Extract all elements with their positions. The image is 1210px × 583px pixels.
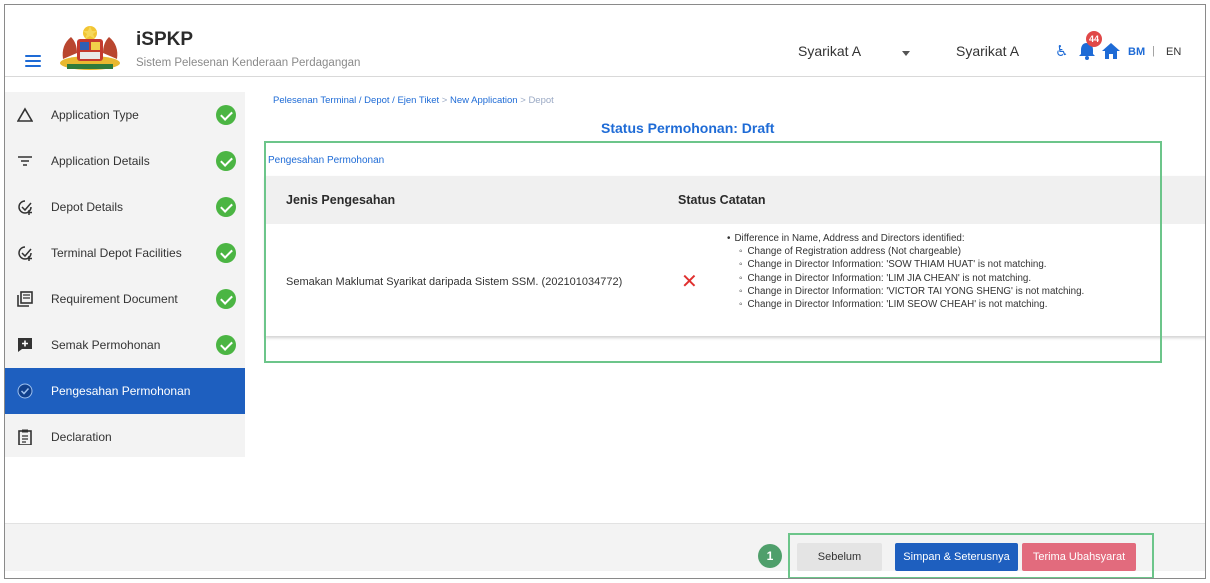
company-select[interactable]: Syarikat A — [798, 43, 861, 59]
check-circle-icon — [216, 243, 236, 263]
sidebar-item-depot-details[interactable]: Depot Details — [5, 184, 245, 230]
app-name: iSPKP — [136, 29, 194, 50]
breadcrumb-link[interactable]: Pelesenan Terminal / Depot / Ejen Tiket — [273, 95, 439, 106]
sidebar-item-label: Declaration — [51, 430, 112, 444]
filter-icon — [18, 156, 32, 166]
sidebar-item-application-type[interactable]: Application Type — [5, 92, 245, 138]
sidebar-item-label: Requirement Document — [51, 292, 178, 306]
coat-of-arms-logo — [60, 26, 120, 70]
sidebar-item-declaration[interactable]: Declaration — [5, 414, 245, 460]
breadcrumb-link[interactable]: New Application — [450, 95, 518, 106]
check-circle-icon — [216, 289, 236, 309]
save-and-continue-button[interactable]: Simpan & Seterusnya — [895, 543, 1018, 571]
notification-count-badge: 44 — [1086, 31, 1102, 47]
sidebar-item-semak-permohonan[interactable]: Semak Permohonan — [5, 322, 245, 368]
breadcrumb-separator: > — [517, 95, 529, 106]
check-circle-icon — [216, 151, 236, 171]
step-number-badge: 1 — [758, 544, 782, 568]
accept-conditions-button[interactable]: Terima Ubahsyarat — [1022, 543, 1136, 571]
top-header: iSPKP Sistem Pelesenan Kenderaan Perdaga… — [5, 5, 1205, 77]
document-stack-icon — [17, 291, 33, 307]
sidebar-item-terminal-depot-facilities[interactable]: Terminal Depot Facilities — [5, 230, 245, 276]
check-circle-icon — [216, 335, 236, 355]
verify-icon — [17, 383, 33, 399]
triangle-icon — [17, 107, 33, 122]
sidebar-item-label: Terminal Depot Facilities — [51, 246, 182, 260]
check-circle-icon — [216, 197, 236, 217]
home-icon[interactable] — [1101, 42, 1121, 60]
panel-label: Pengesahan Permohonan — [268, 155, 385, 166]
lang-separator: | — [1152, 45, 1155, 57]
page-title: Status Permohonan: Draft — [601, 120, 775, 136]
breadcrumb-separator: > — [439, 95, 450, 106]
sidebar-item-label: Depot Details — [51, 200, 124, 214]
sidebar-item-label: Application Type — [51, 108, 139, 122]
hamburger-menu-icon[interactable] — [25, 55, 41, 67]
sidebar-item-label: Application Details — [51, 154, 150, 168]
chevron-down-icon[interactable] — [902, 51, 910, 56]
step-sidebar: Application Type Application Details Dep… — [5, 92, 245, 457]
accessibility-icon[interactable]: ♿ — [1055, 42, 1068, 60]
check-plus-icon — [18, 246, 32, 261]
sidebar-item-application-details[interactable]: Application Details — [5, 138, 245, 184]
review-icon — [18, 338, 32, 352]
company-name: Syarikat A — [956, 43, 1020, 59]
previous-button[interactable]: Sebelum — [797, 543, 882, 571]
sidebar-item-pengesahan-permohonan[interactable]: Pengesahan Permohonan — [5, 368, 245, 414]
breadcrumb: Pelesenan Terminal / Depot / Ejen Tiket … — [273, 95, 554, 106]
check-plus-icon — [18, 200, 32, 215]
panel-highlight-box — [264, 141, 1162, 363]
sidebar-item-label: Semak Permohonan — [51, 338, 161, 352]
check-circle-icon — [216, 105, 236, 125]
app-window: iSPKP Sistem Pelesenan Kenderaan Perdaga… — [4, 4, 1206, 579]
breadcrumb-current: Depot — [528, 95, 554, 106]
sidebar-item-requirement-document[interactable]: Requirement Document — [5, 276, 245, 322]
lang-en-link[interactable]: EN — [1166, 46, 1181, 58]
app-subtitle: Sistem Pelesenan Kenderaan Perdagangan — [136, 57, 361, 69]
clipboard-icon — [18, 429, 32, 445]
sidebar-item-label: Pengesahan Permohonan — [51, 384, 191, 398]
lang-bm-link[interactable]: BM — [1128, 46, 1145, 58]
